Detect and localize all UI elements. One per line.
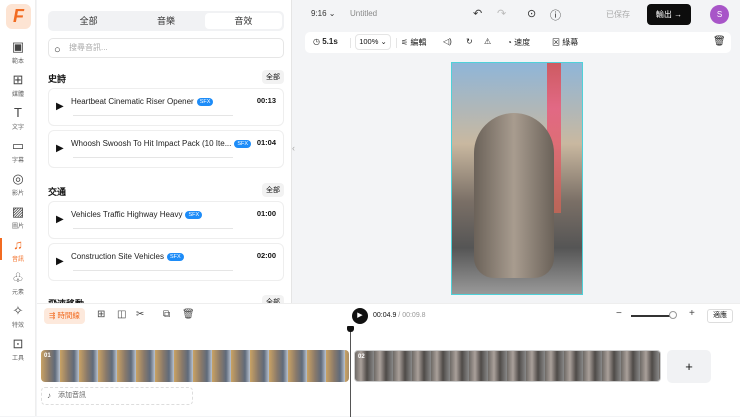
trash-icon[interactable]: 🗑 [182,309,195,320]
edit-button[interactable]: ⚟ 編輯 [401,37,426,48]
timeline: ⇶ 時間線 ⊞ ◫ ✂ ⧉ 🗑 ▶ 00:04.9 / 00:09.8 − + … [37,303,740,417]
video-clip[interactable]: 02 [354,350,661,382]
divider [350,38,351,48]
saved-status: 已保存 [606,10,630,19]
avatar[interactable]: S [710,5,729,24]
clip-toolbar: ◷ 5.1s 100% ⌄ ⚟ 編輯 ◁) ↻ ⚠ ◔ 速度 ⊠ 綠幕 🗑 [305,32,731,53]
effects-icon: ✧ [12,303,24,318]
tools-icon: ⊡ [12,336,24,351]
search-input[interactable]: ○ 搜尋音訊... [48,38,284,58]
fit-button[interactable]: 適應 [707,309,733,323]
tab-music[interactable]: 音樂 [127,13,204,29]
greenscreen-icon: ⊠ [552,38,560,47]
aspect-ratio-select[interactable]: 9:16 ⌄ [311,9,336,18]
search-icon: ○ [54,44,61,56]
sound-item[interactable]: ▶ Heartbeat Cinematic Riser Opener SFX 00:1… [48,88,284,126]
zoom-out-icon[interactable]: − [616,308,622,319]
sound-item[interactable]: ▶ Vehicles Traffic Highway Heavy SFX 01:00 [48,201,284,239]
waveform [73,228,233,229]
flip-icon[interactable]: ⚠ [484,37,491,46]
clock-icon: ◷ [313,37,320,46]
scissors-icon[interactable]: ✂ [136,309,144,320]
elements-icon: ♧ [12,270,24,285]
rail-item-template[interactable]: ▣ 範本 [0,40,36,66]
zoom-slider-handle[interactable] [669,311,677,319]
split-icon[interactable]: ◫ [117,309,126,320]
rail-item-effects[interactable]: ✧ 特效 [0,304,36,330]
sfx-badge: SFX [234,140,252,148]
speed-button[interactable]: ◔ 速度 [507,37,530,48]
media-icon: ⊞ [12,72,24,87]
volume-icon[interactable]: ◁) [443,37,452,46]
video-icon: ◎ [12,171,24,186]
rail-item-tools[interactable]: ⊡ 工具 [0,337,36,363]
rail-item-elements[interactable]: ♧ 元素 [0,271,36,297]
zoom-slider[interactable] [631,315,673,317]
audio-tabs: 全部 音樂 音效 [48,11,284,31]
rail-item-image[interactable]: ▨ 圖片 [0,205,36,231]
subtitle-icon: ▭ [11,138,25,153]
timeline-toggle[interactable]: ⇶ 時間線 [44,308,85,324]
sliders-icon: ⚟ [401,38,409,47]
sound-item[interactable]: ▶ Construction Site Vehicles SFX 02:00 [48,243,284,281]
waveform [73,270,233,271]
sfx-badge: SFX [196,98,214,106]
left-rail: F ▣ 範本 ⊞ 媒體 T 文字 ▭ 字幕 ◎ 影片 ▨ 圖片 ♫ 音訊 ♧ 元素 ✧ 特效 ⊡ 工… [0,0,36,416]
music-note-icon: ♪ [47,391,51,400]
waveform [73,115,233,116]
add-icon[interactable]: ⊞ [97,309,105,320]
cat-image [474,113,554,278]
add-clip-button[interactable]: + [667,350,711,383]
music-icon: ♫ [13,237,23,252]
play-icon[interactable]: ▶ [56,101,64,112]
project-title[interactable]: Untitled [350,9,377,18]
duplicate-icon[interactable]: ⧉ [163,309,170,320]
speed-icon: ◔ [507,38,512,47]
rail-item-subtitle[interactable]: ▭ 字幕 [0,139,36,165]
see-all-button[interactable]: 全部 [262,183,284,197]
section-epic: 史詩 全部 [48,70,284,85]
greenscreen-button[interactable]: ⊠ 綠幕 [552,37,578,48]
waveform [73,157,233,158]
rail-item-audio[interactable]: ♫ 音訊 [0,238,36,264]
sound-item[interactable]: ▶ Whoosh Swoosh To Hit Impact Pack (10 It… [48,130,284,168]
audio-panel: 全部 音樂 音效 ○ 搜尋音訊... 史詩 全部 ▶ Heartbeat Cinema… [37,0,292,309]
tab-all[interactable]: 全部 [50,13,127,29]
play-icon[interactable]: ▶ [56,256,64,267]
rotate-icon[interactable]: ↻ [466,37,473,46]
video-preview[interactable] [451,62,583,295]
zoom-select[interactable]: 100% ⌄ [355,34,391,50]
play-icon[interactable]: ▶ [56,214,64,225]
divider [396,38,397,48]
rail-item-media[interactable]: ⊞ 媒體 [0,73,36,99]
image-icon: ▨ [11,204,25,219]
sfx-badge: SFX [166,253,184,261]
text-icon: T [14,105,22,120]
playhead[interactable] [347,326,354,417]
add-audio-button[interactable]: ♪ 添加音訊 [41,387,193,405]
tab-sfx[interactable]: 音效 [204,13,282,29]
delete-icon[interactable]: 🗑 [713,36,726,47]
duration-button[interactable]: ◷ 5.1s [313,37,338,46]
rail-item-text[interactable]: T 文字 [0,106,36,132]
redo-icon[interactable]: ↷ [497,7,506,20]
section-traffic: 交通 全部 [48,183,284,198]
see-all-button[interactable]: 全部 [262,70,284,84]
video-clip[interactable]: 01 [41,350,349,382]
template-icon: ▣ [11,39,25,54]
undo-icon[interactable]: ↶ [473,7,482,20]
play-button[interactable]: ▶ [352,308,368,324]
export-button[interactable]: 輸出 → [647,4,691,25]
time-readout: 00:04.9 / 00:09.8 [373,312,426,319]
sfx-badge: SFX [185,211,203,219]
app-logo: F [6,4,31,29]
preview-icon[interactable]: ⊙ [527,7,536,20]
collapse-panel-icon[interactable]: ‹ [292,143,295,153]
help-icon[interactable]: ⓘ [550,7,561,23]
play-icon[interactable]: ▶ [56,143,64,154]
rail-item-video[interactable]: ◎ 影片 [0,172,36,198]
zoom-in-icon[interactable]: + [689,308,695,319]
